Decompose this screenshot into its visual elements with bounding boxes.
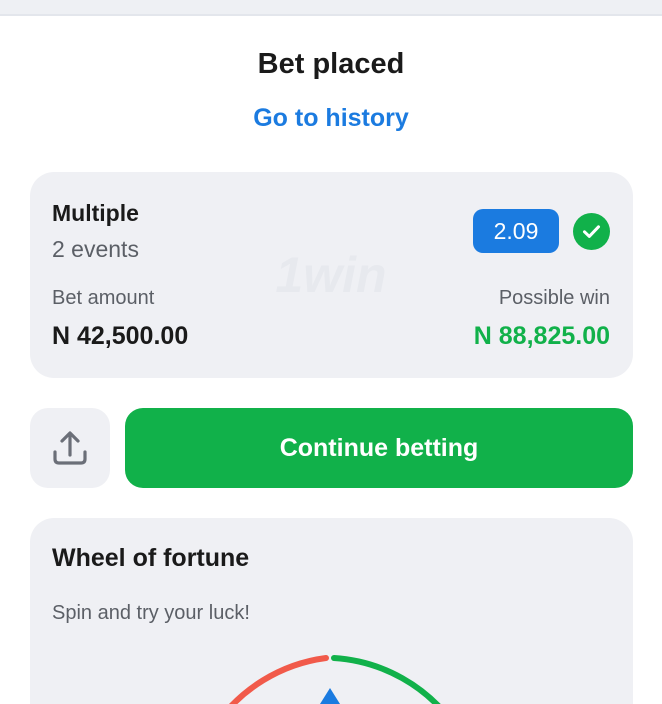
possible-win-value: N 88,825.00 bbox=[473, 322, 610, 350]
bet-amount-label: Bet amount bbox=[52, 287, 155, 309]
brand-watermark: 1win bbox=[275, 247, 386, 303]
odds-badge: 2.09 bbox=[473, 209, 559, 253]
wheel-of-fortune-card[interactable]: Wheel of fortune Spin and try your luck! bbox=[30, 518, 633, 704]
go-to-history-link[interactable]: Go to history bbox=[0, 104, 662, 133]
bet-amount-value: N 42,500.00 bbox=[52, 322, 189, 350]
wheel-title: Wheel of fortune bbox=[52, 544, 250, 572]
share-icon bbox=[53, 431, 87, 465]
fortune-wheel[interactable] bbox=[190, 646, 480, 704]
watermark-text: 1win bbox=[275, 247, 386, 303]
bet-events-count: 2 events bbox=[52, 236, 139, 262]
share-button[interactable] bbox=[30, 408, 110, 488]
bet-confirmation-screen: Bet placed Go to history 1win Multiple 2… bbox=[0, 0, 662, 704]
wheel-subtitle: Spin and try your luck! bbox=[52, 602, 250, 624]
bet-summary-card: 1win Multiple 2 events 2.09 Bet amount N… bbox=[30, 172, 633, 378]
possible-win-label: Possible win bbox=[498, 287, 610, 309]
check-icon bbox=[573, 213, 610, 250]
continue-betting-button[interactable]: Continue betting bbox=[125, 408, 633, 488]
wheel-pointer-icon bbox=[320, 688, 340, 704]
top-bar bbox=[0, 0, 662, 16]
page-title: Bet placed bbox=[257, 48, 405, 80]
bet-type: Multiple bbox=[52, 200, 139, 226]
